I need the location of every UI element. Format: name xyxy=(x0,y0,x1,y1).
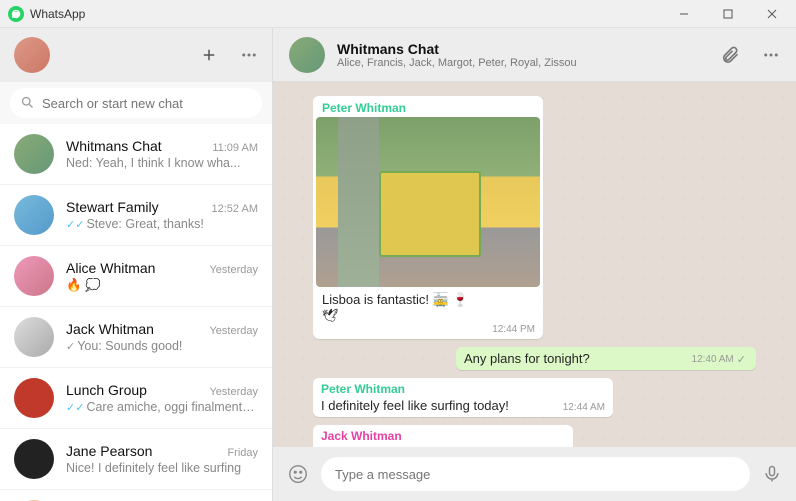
search-icon xyxy=(20,95,35,110)
avatar xyxy=(14,317,54,357)
message-time: 12:44 AM xyxy=(563,402,605,413)
chat-preview: Ned: Yeah, I think I know wha... xyxy=(66,156,258,170)
chat-name: Whitmans Chat xyxy=(66,138,162,154)
avatar xyxy=(14,378,54,418)
read-ticks-icon: ✓✓ xyxy=(66,402,84,414)
chat-preview: 🔥 💭 xyxy=(66,278,258,293)
attachment-icon[interactable] xyxy=(720,45,740,65)
chat-time: Yesterday xyxy=(209,386,258,398)
chat-list-item[interactable]: Alice Whitman Yesterday 🔥 💭 xyxy=(0,246,272,307)
chat-preview: ✓✓Care amiche, oggi finalmente posso xyxy=(66,400,258,414)
message-list[interactable]: Peter Whitman Lisboa is fantastic! 🚋 🍷 🕊… xyxy=(273,82,796,447)
avatar xyxy=(14,439,54,479)
conversation-avatar[interactable] xyxy=(289,37,325,73)
microphone-icon[interactable] xyxy=(762,464,782,484)
chat-time: 12:52 AM xyxy=(212,203,258,215)
message-input[interactable] xyxy=(321,457,750,491)
chat-name: Lunch Group xyxy=(66,382,147,398)
message-image[interactable] xyxy=(316,117,540,287)
conversation-participants: Alice, Francis, Jack, Margot, Peter, Roy… xyxy=(337,57,577,69)
chat-list-item[interactable]: Whitmans Chat 11:09 AM Ned: Yeah, I think… xyxy=(0,124,272,185)
chat-preview: ✓You: Sounds good! xyxy=(66,339,258,353)
chat-time: 11:09 AM xyxy=(212,142,258,154)
conversation-header: Whitmans Chat Alice, Francis, Jack, Marg… xyxy=(273,28,796,82)
menu-icon[interactable] xyxy=(762,45,780,65)
avatar xyxy=(14,195,54,235)
message-bubble-incoming[interactable]: Peter Whitman I definitely feel like sur… xyxy=(313,378,613,417)
chat-time: Yesterday xyxy=(209,264,258,276)
chat-time: Yesterday xyxy=(209,325,258,337)
close-button[interactable] xyxy=(750,0,794,28)
message-sender: Peter Whitman xyxy=(321,382,605,396)
sidebar: Whitmans Chat 11:09 AM Ned: Yeah, I think… xyxy=(0,28,273,501)
message-bubble-incoming[interactable]: Jack Whitman Tonight is the movie night!… xyxy=(313,425,573,447)
chat-list-item[interactable]: Jack Whitman Yesterday ✓You: Sounds good! xyxy=(0,307,272,368)
message-time: 12:44 PM xyxy=(492,324,535,335)
chat-list-item[interactable]: Jane Pearson Friday Nice! I definitely fe… xyxy=(0,429,272,490)
sidebar-header xyxy=(0,28,272,82)
message-bubble-incoming[interactable]: Peter Whitman Lisboa is fantastic! 🚋 🍷 🕊… xyxy=(313,96,543,339)
avatar xyxy=(14,134,54,174)
sent-tick-icon: ✓ xyxy=(737,353,746,366)
whatsapp-logo-icon xyxy=(8,6,24,22)
minimize-button[interactable] xyxy=(662,0,706,28)
message-bubble-outgoing[interactable]: Any plans for tonight? 12:40 AM✓ xyxy=(456,347,756,370)
conversation-pane: Whitmans Chat Alice, Francis, Jack, Marg… xyxy=(273,28,796,501)
chat-preview: Nice! I definitely feel like surfing xyxy=(66,461,258,475)
chat-time: Friday xyxy=(227,447,258,459)
message-composer xyxy=(273,447,796,501)
menu-icon[interactable] xyxy=(240,46,258,64)
message-sender: Peter Whitman xyxy=(316,99,540,115)
message-time: 12:40 AM✓ xyxy=(692,353,748,366)
chat-list-item[interactable]: Lunch Group Yesterday ✓✓Care amiche, oggi… xyxy=(0,368,272,429)
chat-list-item[interactable]: Stewart Family 12:52 AM ✓✓Steve: Great, t… xyxy=(0,185,272,246)
chat-name: Stewart Family xyxy=(66,199,159,215)
emoji-icon[interactable] xyxy=(287,463,309,485)
maximize-button[interactable] xyxy=(706,0,750,28)
window-titlebar: WhatsApp xyxy=(0,0,796,28)
search-input[interactable] xyxy=(10,88,262,118)
message-sender: Jack Whitman xyxy=(321,429,565,443)
chat-name: Alice Whitman xyxy=(66,260,155,276)
sent-tick-icon: ✓ xyxy=(66,341,75,353)
conversation-title: Whitmans Chat xyxy=(337,41,577,57)
avatar xyxy=(14,256,54,296)
chat-name: Jack Whitman xyxy=(66,321,154,337)
read-ticks-icon: ✓✓ xyxy=(66,219,84,231)
chat-name: Jane Pearson xyxy=(66,443,152,459)
chat-preview: ✓✓Steve: Great, thanks! xyxy=(66,217,258,231)
my-avatar[interactable] xyxy=(14,37,50,73)
message-text: Tonight is the movie night! How about th… xyxy=(321,445,565,447)
new-chat-icon[interactable] xyxy=(200,46,218,64)
window-title: WhatsApp xyxy=(30,7,85,21)
chat-list-item[interactable]: Peter WhitmanFriday Yeah, I think I know… xyxy=(0,490,272,501)
chat-list: Whitmans Chat 11:09 AM Ned: Yeah, I think… xyxy=(0,124,272,501)
